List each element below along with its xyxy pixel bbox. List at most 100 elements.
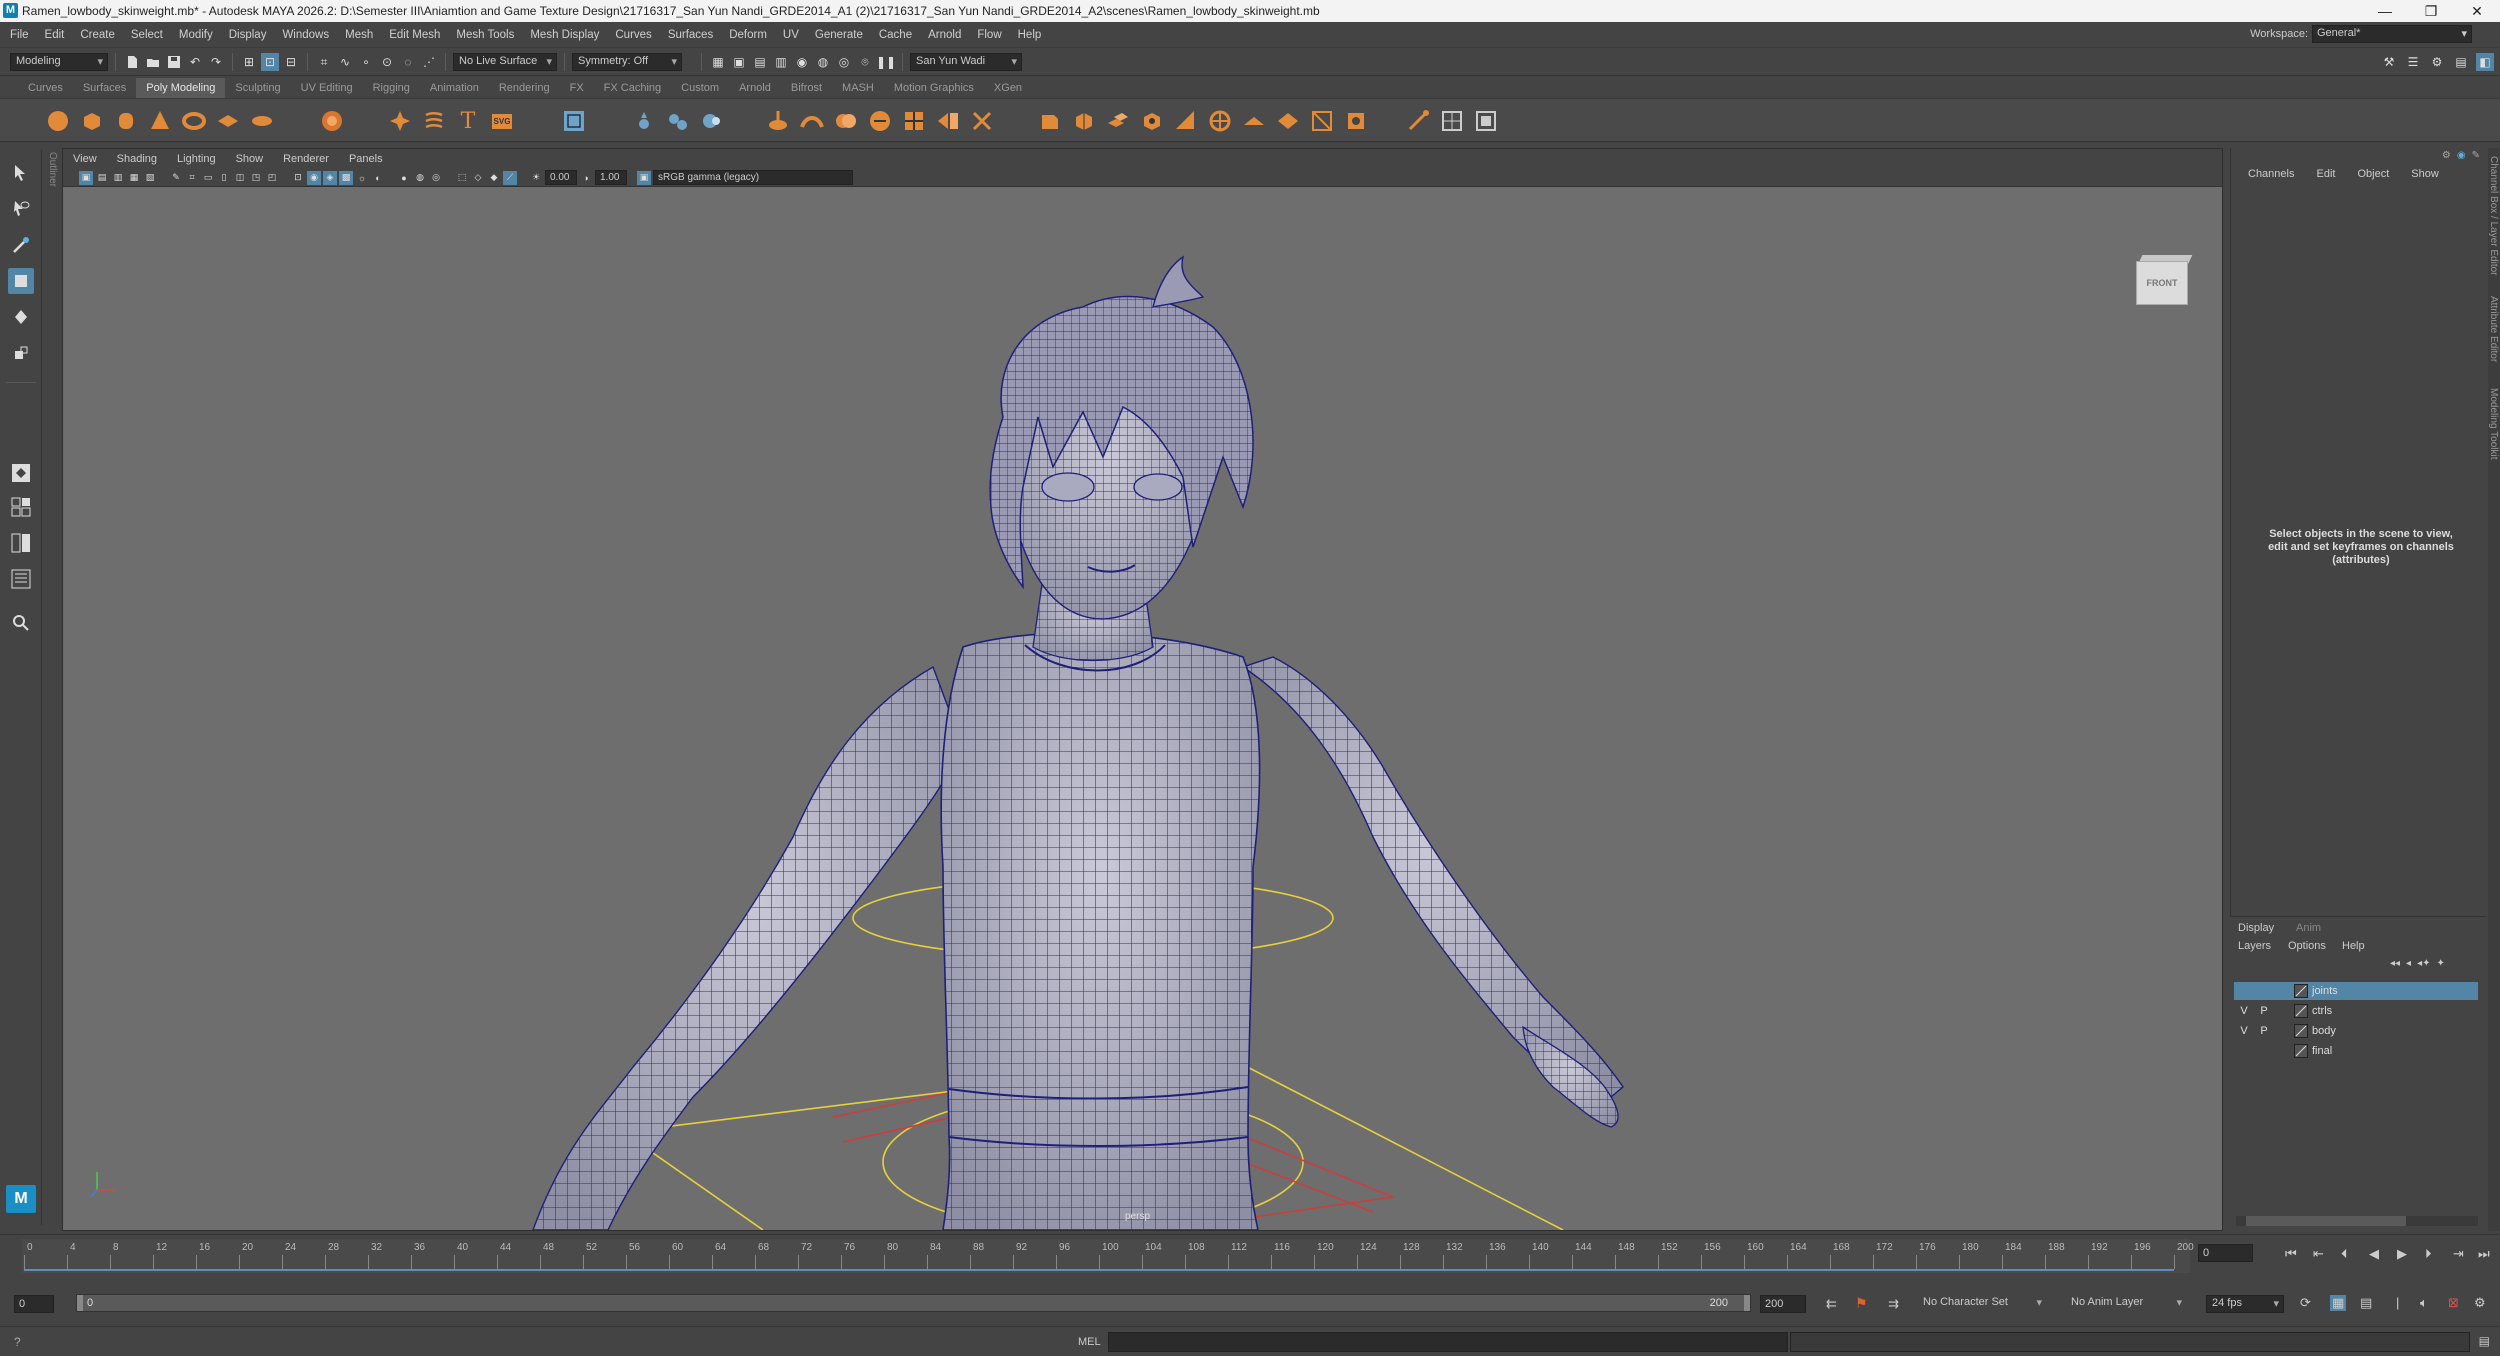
workspace-dropdown[interactable]: General* <box>2312 25 2472 43</box>
fps-dropdown[interactable]: 24 fps <box>2206 1295 2284 1313</box>
combine-icon[interactable] <box>630 107 658 135</box>
depth-of-field-icon[interactable]: ◎ <box>429 171 443 185</box>
loop-icon[interactable]: ⟳ <box>2300 1295 2311 1311</box>
arnold-ipr-icon[interactable]: ◎ <box>835 53 853 71</box>
uv-editor-icon[interactable] <box>1438 107 1466 135</box>
menu-arnold[interactable]: Arnold <box>920 22 969 48</box>
move-layer-up-icon[interactable]: ◂◂ <box>2390 958 2400 969</box>
select-object-icon[interactable]: ⊡ <box>261 53 279 71</box>
image-plane-icon[interactable]: ▦ <box>127 171 141 185</box>
channel-box-toggle-icon[interactable]: ⚙ <box>2442 150 2451 161</box>
ipr-render-icon[interactable]: ▤ <box>751 53 769 71</box>
character-set-dropdown[interactable]: No Character Set <box>1918 1295 2046 1313</box>
shelf-tab-custom[interactable]: Custom <box>671 78 729 98</box>
sound-icon[interactable]: 🔈︎ <box>2420 1295 2428 1311</box>
layer-color-swatch-icon[interactable] <box>2294 1044 2308 1058</box>
select-component-icon[interactable]: ⊟ <box>282 53 300 71</box>
snap-point-icon[interactable]: ∘ <box>357 53 375 71</box>
shelf-tab-rendering[interactable]: Rendering <box>489 78 560 98</box>
render-view-icon[interactable]: ▥ <box>772 53 790 71</box>
layer-editor-toggle-icon[interactable]: ◉ <box>2457 150 2466 161</box>
menu-edit[interactable]: Edit <box>37 22 73 48</box>
poly-cylinder-icon[interactable] <box>112 107 140 135</box>
panel-menu-show[interactable]: Show <box>226 153 274 165</box>
merge-icon[interactable] <box>1274 107 1302 135</box>
shelf-tab-mash[interactable]: MASH <box>832 78 884 98</box>
channel-box-layer-editor-tab[interactable]: Channel Box / Layer Editor <box>2488 156 2499 276</box>
key-icon[interactable]: ⚑ <box>1855 1295 1868 1312</box>
platonic-solid-icon[interactable] <box>318 107 346 135</box>
step-forward-frame-icon[interactable]: ⏵ <box>2425 1246 2432 1262</box>
ambient-occlusion-icon[interactable]: ● <box>397 171 411 185</box>
panel-menu-panels[interactable]: Panels <box>339 153 393 165</box>
save-scene-icon[interactable] <box>165 53 183 71</box>
select-tool-icon[interactable] <box>8 160 34 186</box>
field-chart-icon[interactable]: ◳ <box>249 171 263 185</box>
menu-deform[interactable]: Deform <box>721 22 775 48</box>
shelf-tab-xgen[interactable]: XGen <box>984 78 1032 98</box>
step-back-frame-icon[interactable]: ⏴ <box>2341 1246 2348 1262</box>
xray-active-icon[interactable]: ◆ <box>487 171 501 185</box>
anim-layers-tab[interactable]: Anim <box>2296 922 2321 934</box>
3d-viewport[interactable]: FRONT persp <box>63 187 2222 1230</box>
mel-label[interactable]: MEL <box>1078 1336 1101 1348</box>
split-mesh-icon[interactable] <box>1308 107 1336 135</box>
safe-action-icon[interactable]: ◰ <box>265 171 279 185</box>
layer-visibility-toggle[interactable]: V <box>2234 1005 2254 1017</box>
smooth-shade-icon[interactable]: ◉ <box>307 170 321 185</box>
script-editor-icon[interactable]: ▤ <box>2479 1334 2490 1348</box>
smooth-icon[interactable] <box>698 107 726 135</box>
menu-uv[interactable]: UV <box>775 22 807 48</box>
tool-settings-icon[interactable]: ⚙ <box>2428 53 2446 71</box>
svg-tool-icon[interactable]: SVG <box>488 107 516 135</box>
isolate-select-icon[interactable]: ⬚ <box>455 171 469 185</box>
hypershade-icon[interactable]: ◉ <box>793 53 811 71</box>
maya-home-icon[interactable]: M <box>6 1185 36 1213</box>
poly-sphere-icon[interactable] <box>44 107 72 135</box>
go-to-start-icon[interactable]: ⏮ <box>2285 1246 2297 1262</box>
snap-surface-icon[interactable]: ◌ <box>399 53 417 71</box>
poly-cone-icon[interactable] <box>146 107 174 135</box>
sweep-mesh-icon[interactable] <box>386 107 414 135</box>
textured-icon[interactable]: ▩ <box>339 170 353 185</box>
poly-torus-icon[interactable] <box>180 107 208 135</box>
menu-mesh-display[interactable]: Mesh Display <box>522 22 607 48</box>
menu-surfaces[interactable]: Surfaces <box>660 22 721 48</box>
arnold-render-icon[interactable]: ◍ <box>814 53 832 71</box>
circularize-icon[interactable] <box>1206 107 1234 135</box>
anim-preferences-icon[interactable]: ⊠ <box>2448 1295 2459 1311</box>
panel-menu-lighting[interactable]: Lighting <box>167 153 226 165</box>
grid-icon[interactable]: ⌗ <box>185 171 199 185</box>
toggle-panel-icon[interactable]: ◧ <box>2476 53 2494 71</box>
layer-color-swatch-icon[interactable] <box>2294 1024 2308 1038</box>
modeling-toolkit-tab[interactable]: Modeling Toolkit <box>2488 388 2499 460</box>
help-menu[interactable]: Help <box>2342 940 2365 952</box>
menu-mesh-tools[interactable]: Mesh Tools <box>448 22 522 48</box>
channel-box-menu-edit[interactable]: Edit <box>2305 168 2346 180</box>
snap-curve-icon[interactable]: ∿ <box>336 53 354 71</box>
new-scene-icon[interactable] <box>123 53 141 71</box>
menuset-dropdown[interactable]: Modeling <box>10 53 108 71</box>
character-mesh[interactable] <box>532 255 1624 1230</box>
snap-edge-icon[interactable]: ⋰ <box>420 53 438 71</box>
auto-key-icon[interactable]: ⇇ <box>1826 1296 1837 1312</box>
anti-aliasing-icon[interactable]: ◍ <box>413 171 427 185</box>
shelf-tab-rigging[interactable]: Rigging <box>363 78 420 98</box>
options-menu[interactable]: Options <box>2288 940 2326 952</box>
color-management-icon[interactable]: ▣ <box>637 170 651 185</box>
menu-create[interactable]: Create <box>72 22 123 48</box>
new-layer-icon[interactable]: ◂✦ <box>2417 958 2430 969</box>
menu-cache[interactable]: Cache <box>871 22 920 48</box>
shelf-tab-fx-caching[interactable]: FX Caching <box>594 78 671 98</box>
move-tool-icon[interactable] <box>8 268 34 294</box>
layer-playback-toggle[interactable]: P <box>2254 1005 2274 1017</box>
step-forward-key-icon[interactable]: ⇥ <box>2453 1246 2464 1262</box>
layer-color-swatch-icon[interactable] <box>2294 984 2308 998</box>
poly-append-icon[interactable] <box>866 107 894 135</box>
grease-pencil-icon[interactable]: ✎ <box>169 171 183 185</box>
current-frame-field[interactable]: 0 <box>2198 1244 2253 1262</box>
shelf-tab-motion-graphics[interactable]: Motion Graphics <box>884 78 984 98</box>
layer-row[interactable]: V Pctrls <box>2234 1002 2478 1020</box>
attribute-editor-icon[interactable]: ☰ <box>2404 53 2422 71</box>
animation-preferences-icon[interactable]: ⚙ <box>2474 1295 2486 1311</box>
